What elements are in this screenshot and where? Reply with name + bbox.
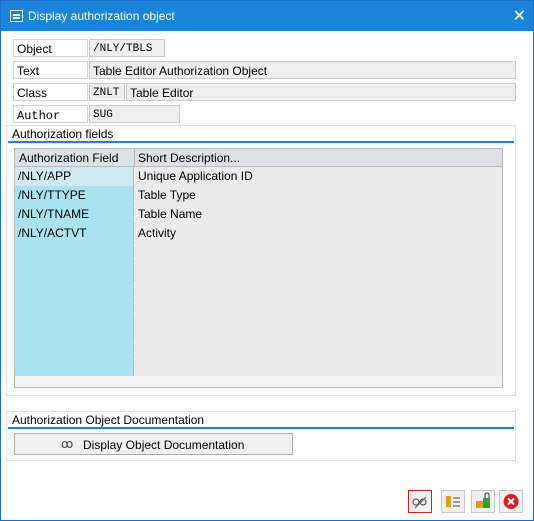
authorization-fields-group: Authorization fields Authorization Field…: [6, 125, 516, 396]
description-cell[interactable]: [135, 319, 502, 338]
transport-lock-icon: [476, 492, 490, 508]
description-cell[interactable]: Table Name: [135, 205, 502, 224]
text-label: Text: [13, 61, 88, 79]
author-value: SUG: [89, 105, 180, 123]
authorization-object-dialog: Display authorization object ✕ Object /N…: [0, 0, 534, 521]
field-cell[interactable]: [15, 357, 134, 376]
description-cell[interactable]: [135, 357, 502, 376]
description-cell[interactable]: [135, 300, 502, 319]
object-value: /NLY/TBLS: [89, 39, 165, 57]
field-cell[interactable]: [15, 338, 134, 357]
group-divider: [8, 427, 514, 429]
cancel-icon: [503, 494, 519, 509]
group-divider: [8, 141, 514, 143]
table-row[interactable]: /NLY/TNAME Table Name: [15, 205, 502, 224]
empty-row[interactable]: [15, 319, 502, 338]
window-title: Display authorization object: [28, 9, 175, 23]
title-bar: Display authorization object ✕: [1, 1, 533, 31]
empty-row[interactable]: [15, 300, 502, 319]
field-cell[interactable]: /NLY/APP: [15, 167, 134, 186]
display-change-button[interactable]: [408, 490, 432, 513]
class-description: Table Editor: [126, 83, 516, 101]
description-cell[interactable]: [135, 262, 502, 281]
close-icon[interactable]: ✕: [513, 6, 526, 25]
field-cell[interactable]: /NLY/ACTVT: [15, 224, 134, 243]
field-cell[interactable]: [15, 243, 134, 262]
documentation-group: Authorization Object Documentation ꝏ Dis…: [6, 411, 516, 461]
authorization-fields-title: Authorization fields: [12, 127, 114, 141]
description-cell[interactable]: [135, 338, 502, 357]
column-short-description[interactable]: Short Description...: [138, 151, 240, 165]
empty-row[interactable]: [15, 281, 502, 300]
empty-row[interactable]: [15, 262, 502, 281]
column-authorization-field[interactable]: Authorization Field: [19, 151, 118, 165]
field-cell[interactable]: [15, 281, 134, 300]
authorization-fields-table: Authorization Field Short Description...…: [14, 148, 503, 388]
class-code: ZNLT: [89, 83, 125, 101]
empty-row[interactable]: [15, 243, 502, 262]
where-used-button[interactable]: [441, 490, 465, 513]
text-value: Table Editor Authorization Object: [89, 61, 516, 79]
description-cell[interactable]: [135, 281, 502, 300]
column-divider: [134, 149, 135, 167]
where-used-icon: [446, 496, 460, 507]
description-cell[interactable]: Table Type: [135, 186, 502, 205]
table-row[interactable]: /NLY/TTYPE Table Type: [15, 186, 502, 205]
description-cell[interactable]: Activity: [135, 224, 502, 243]
glasses-edit-icon: [412, 496, 427, 509]
dialog-icon: [10, 10, 23, 22]
description-cell[interactable]: [135, 243, 502, 262]
author-label: Author: [13, 105, 88, 123]
table-row[interactable]: /NLY/ACTVT Activity: [15, 224, 502, 243]
field-cell[interactable]: [15, 319, 134, 338]
field-cell[interactable]: /NLY/TTYPE: [15, 186, 134, 205]
empty-row[interactable]: [15, 357, 502, 376]
cancel-button[interactable]: [499, 490, 523, 513]
display-documentation-label: Display Object Documentation: [83, 438, 245, 452]
empty-row[interactable]: [15, 338, 502, 357]
object-label: Object: [13, 39, 88, 57]
description-cell[interactable]: Unique Application ID: [135, 167, 502, 186]
documentation-title: Authorization Object Documentation: [12, 413, 205, 427]
field-cell[interactable]: /NLY/TNAME: [15, 205, 134, 224]
table-header: Authorization Field Short Description...: [15, 149, 502, 167]
transport-button[interactable]: [471, 490, 495, 513]
table-row[interactable]: /NLY/APP Unique Application ID: [15, 167, 502, 186]
glasses-icon: ꝏ: [61, 437, 74, 451]
class-label: Class: [13, 83, 88, 101]
display-documentation-button[interactable]: ꝏ Display Object Documentation: [14, 433, 293, 455]
field-cell[interactable]: [15, 262, 134, 281]
field-cell[interactable]: [15, 300, 134, 319]
